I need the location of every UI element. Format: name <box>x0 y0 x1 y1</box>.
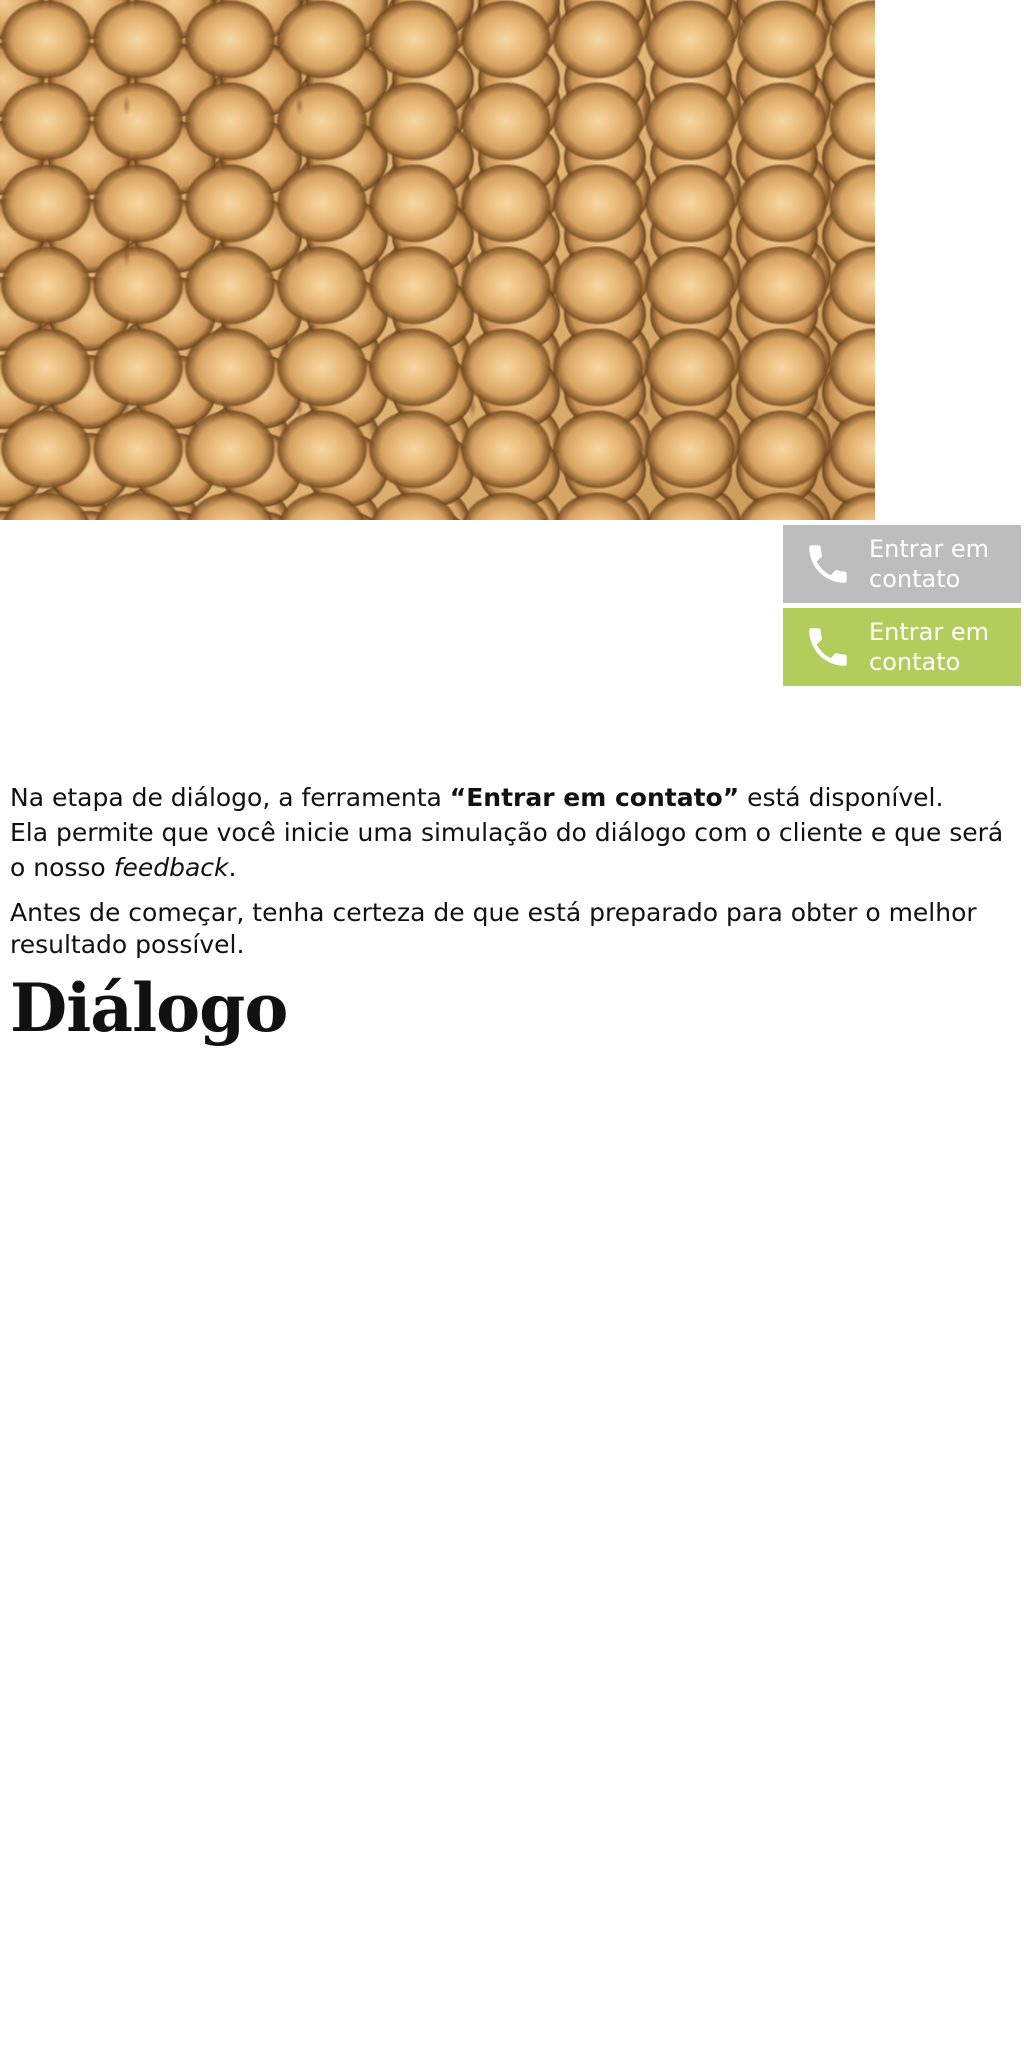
phone-icon <box>801 537 855 591</box>
intro-feedback-term: feedback <box>113 853 229 882</box>
intro-text: . <box>228 853 237 882</box>
contact-button-label: Entrar em contato <box>869 535 989 593</box>
phone-icon <box>801 620 855 674</box>
preparation-paragraph: Antes de começar, tenha certeza de que e… <box>10 898 977 959</box>
intro-tool-name: “Entrar em contato” <box>449 783 740 812</box>
contact-button-label: Entrar em contato <box>869 618 989 676</box>
intro-text: está disponível. <box>739 783 944 812</box>
contact-button-grey[interactable]: Entrar em contato <box>783 525 1021 603</box>
intro-section: Na etapa de diálogo, a ferramenta “Entra… <box>10 780 1015 1049</box>
intro-paragraph: Na etapa de diálogo, a ferramenta “Entra… <box>10 780 1015 885</box>
intro-text: Na etapa de diálogo, a ferramenta <box>10 783 450 812</box>
page-title: Diálogo <box>10 969 288 1047</box>
contact-button-green[interactable]: Entrar em contato <box>783 608 1021 686</box>
soybeans-photo <box>0 0 875 520</box>
